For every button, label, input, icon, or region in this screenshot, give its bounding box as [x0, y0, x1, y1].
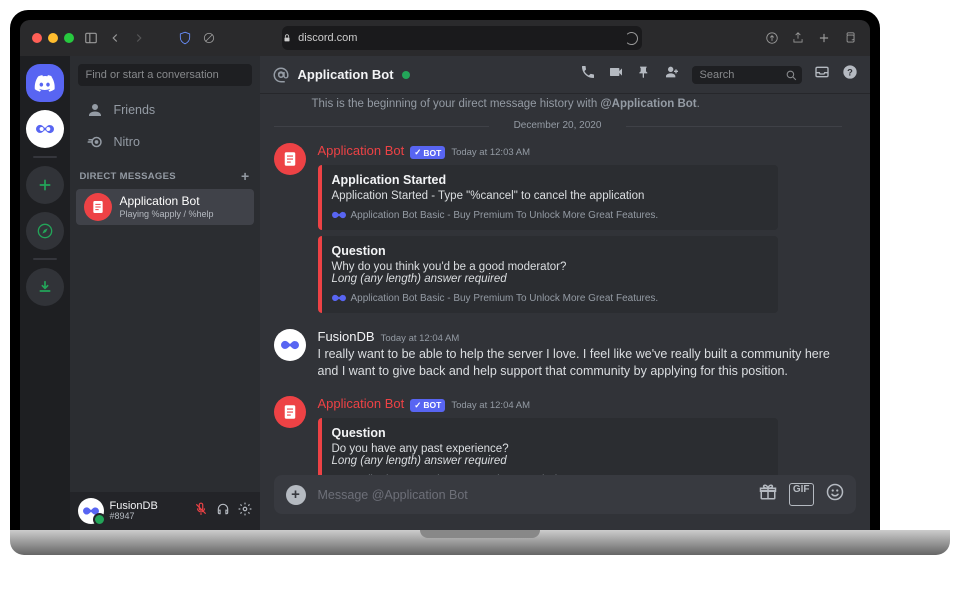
embed-application-started: Application Started Application Started … [318, 165, 778, 230]
input-placeholder: Message @Application Bot [318, 488, 747, 502]
call-icon[interactable] [580, 64, 596, 85]
server-item[interactable] [26, 110, 64, 148]
dm-status: Playing %apply / %help [120, 209, 214, 219]
embed-question-1: Question Why do you think you'd be a goo… [318, 236, 778, 313]
attach-icon[interactable]: + [286, 485, 306, 505]
dm-avatar [84, 193, 112, 221]
download-button[interactable] [26, 268, 64, 306]
gift-icon[interactable] [759, 483, 777, 506]
channel-sidebar: Find or start a conversation Friends Nit… [70, 56, 260, 530]
mute-icon[interactable] [194, 502, 208, 521]
url-text: discord.com [298, 32, 357, 44]
dm-application-bot[interactable]: Application Bot Playing %apply / %help [76, 189, 254, 225]
back-icon[interactable] [108, 31, 122, 45]
explore-button[interactable] [26, 212, 64, 250]
user-tag: #8947 [110, 512, 158, 522]
nitro-tab[interactable]: Nitro [76, 127, 254, 157]
home-button[interactable] [26, 64, 64, 102]
tabs-icon[interactable] [843, 31, 857, 45]
timestamp: Today at 12:03 AM [451, 147, 530, 158]
search-icon [785, 69, 798, 82]
window-close[interactable] [32, 33, 42, 43]
pin-icon[interactable] [636, 64, 652, 85]
message-text: I really want to be able to help the ser… [318, 346, 842, 380]
footer-icon [332, 208, 346, 222]
avatar[interactable] [274, 143, 306, 175]
deafen-icon[interactable] [216, 502, 230, 521]
dm-header: DIRECT MESSAGES + [70, 158, 260, 188]
add-friend-icon[interactable] [664, 64, 680, 85]
url-bar[interactable]: discord.com [282, 26, 642, 50]
author[interactable]: Application Bot [318, 143, 405, 158]
avatar[interactable] [274, 329, 306, 361]
export-icon[interactable] [791, 31, 805, 45]
chat-main: Application Bot Search ? This is the beg… [260, 56, 870, 530]
shield-icon[interactable] [178, 31, 192, 45]
create-dm-icon[interactable]: + [241, 168, 249, 184]
chat-header: Application Bot Search ? [260, 56, 870, 94]
footer-icon [332, 291, 346, 305]
user-avatar[interactable] [78, 498, 104, 524]
input-area: + Message @Application Bot GIF [260, 475, 870, 530]
author[interactable]: FusionDB [318, 329, 375, 344]
online-status-dot [402, 71, 410, 79]
privacy-icon[interactable] [202, 31, 216, 45]
help-icon[interactable]: ? [842, 64, 858, 85]
svg-text:?: ? [847, 67, 853, 77]
message-list[interactable]: This is the beginning of your direct mes… [260, 94, 870, 475]
avatar[interactable] [274, 396, 306, 428]
channel-title: Application Bot [298, 67, 394, 82]
guild-bar [20, 56, 70, 530]
message-bot-1: Application Bot ✓ BOT Today at 12:03 AM … [260, 139, 856, 317]
add-server-button[interactable] [26, 166, 64, 204]
embed-question-2: Question Do you have any past experience… [318, 418, 778, 475]
message-bot-2: Application Bot ✓ BOT Today at 12:04 AM … [260, 392, 856, 475]
dm-name: Application Bot [120, 195, 214, 209]
friends-tab[interactable]: Friends [76, 95, 254, 125]
author[interactable]: Application Bot [318, 396, 405, 411]
video-icon[interactable] [608, 64, 624, 85]
new-tab-icon[interactable] [817, 31, 831, 45]
date-divider: December 20, 2020 [274, 120, 842, 131]
friends-label: Friends [114, 103, 156, 117]
timestamp: Today at 12:04 AM [451, 400, 530, 411]
inbox-icon[interactable] [814, 64, 830, 85]
reload-icon[interactable] [625, 32, 638, 45]
browser-toolbar: discord.com [20, 20, 870, 56]
window-maximize[interactable] [64, 33, 74, 43]
user-panel: FusionDB #8947 [70, 492, 260, 530]
timestamp: Today at 12:04 AM [381, 333, 460, 344]
message-input[interactable]: + Message @Application Bot GIF [274, 475, 856, 514]
search-input[interactable]: Search [692, 66, 802, 84]
gif-icon[interactable]: GIF [789, 483, 814, 506]
share-icon[interactable] [765, 31, 779, 45]
window-minimize[interactable] [48, 33, 58, 43]
at-icon [272, 66, 290, 84]
settings-icon[interactable] [238, 502, 252, 521]
bot-tag: ✓ BOT [410, 146, 445, 159]
dm-search[interactable]: Find or start a conversation [78, 64, 252, 86]
nitro-label: Nitro [114, 135, 140, 149]
bot-tag: ✓ BOT [410, 399, 445, 412]
sidebar-toggle-icon[interactable] [84, 31, 98, 45]
message-user-1: FusionDB Today at 12:04 AM I really want… [260, 325, 856, 384]
emoji-icon[interactable] [826, 483, 844, 506]
forward-icon[interactable] [132, 31, 146, 45]
history-beginning: This is the beginning of your direct mes… [260, 94, 856, 116]
